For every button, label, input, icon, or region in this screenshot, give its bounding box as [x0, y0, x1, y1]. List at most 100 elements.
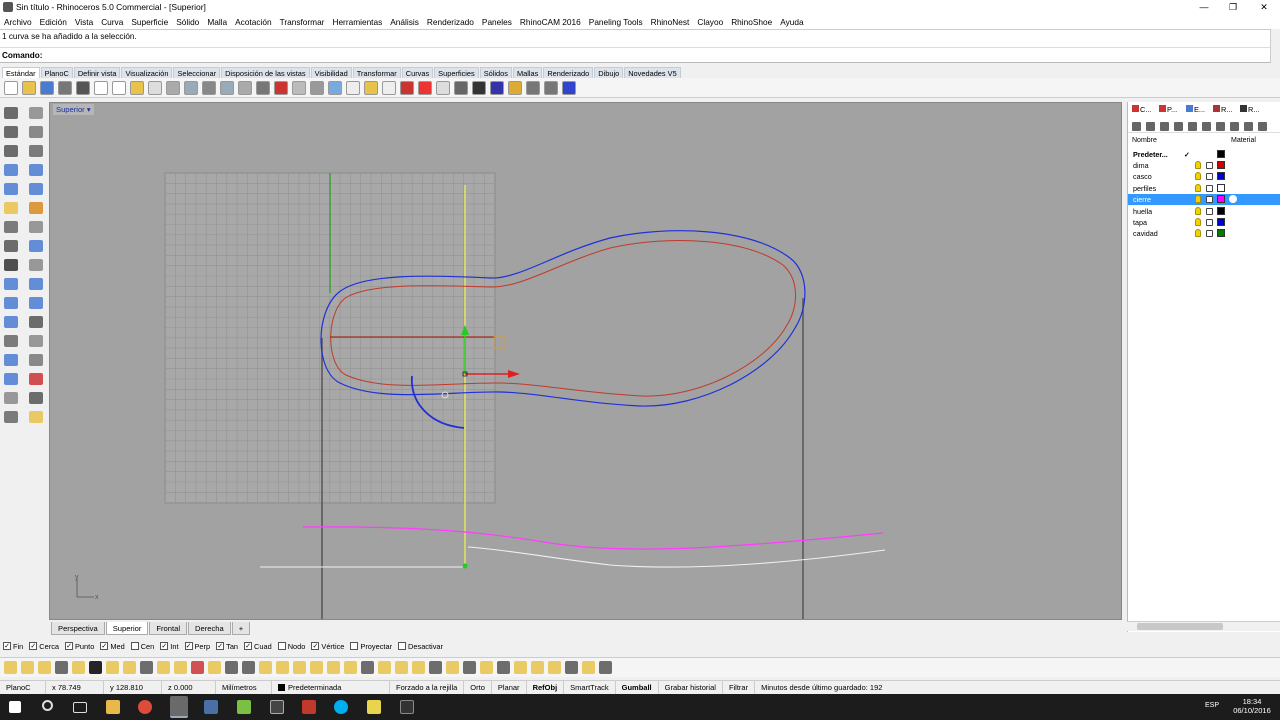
bottom-tool-icon[interactable]: [463, 661, 476, 674]
toolbar-tool-icon[interactable]: [220, 80, 234, 95]
menu-item-13[interactable]: RhinoCAM 2016: [520, 17, 581, 27]
toolbar-tab-1[interactable]: PlanoC: [40, 67, 73, 78]
left-tool-icon[interactable]: [4, 164, 18, 176]
layer-tool-icon[interactable]: [1230, 122, 1239, 131]
left-tool-icon[interactable]: [4, 297, 18, 309]
toolbar-tool-icon[interactable]: [202, 80, 216, 95]
layer-row-cavidad[interactable]: cavidad: [1128, 228, 1280, 239]
panel-tab-1[interactable]: P...: [1157, 104, 1179, 117]
toolbar-tab-11[interactable]: Mallas: [512, 67, 543, 78]
bottom-tool-icon[interactable]: [21, 661, 34, 674]
layer-color-swatch[interactable]: [1217, 161, 1225, 169]
app-icon[interactable]: [237, 700, 251, 714]
left-tool-icon[interactable]: [4, 240, 18, 252]
left-tool-icon[interactable]: [29, 145, 43, 157]
search-icon[interactable]: [42, 700, 53, 711]
osnap-checkbox[interactable]: ✓: [311, 642, 320, 650]
layer-color-swatch[interactable]: [1217, 172, 1225, 181]
bottom-tool-icon[interactable]: [412, 661, 425, 674]
osnap-checkbox[interactable]: [130, 642, 139, 650]
layer-tool-icon[interactable]: [1216, 122, 1225, 131]
toolbar-tool-icon[interactable]: [508, 80, 522, 95]
toolbar-tab-4[interactable]: Seleccionar: [173, 67, 221, 78]
osnap-checkbox[interactable]: [350, 642, 359, 650]
material-circle-icon[interactable]: [1229, 195, 1237, 204]
viewport-tab-2[interactable]: Frontal: [149, 622, 188, 635]
toolbar-tool-icon[interactable]: [454, 80, 468, 95]
lock-icon[interactable]: [1206, 230, 1213, 238]
bottom-tool-icon[interactable]: [38, 661, 51, 674]
status-units[interactable]: Milímetros: [216, 680, 272, 694]
viewport-tab-0[interactable]: Perspectiva: [51, 622, 105, 635]
left-tool-icon[interactable]: [29, 373, 43, 385]
layer-color-swatch[interactable]: [1217, 195, 1225, 204]
osnap-12[interactable]: Desactivar: [398, 642, 443, 651]
task-view-icon[interactable]: [73, 702, 87, 713]
toolbar-tab-3[interactable]: Visualización: [121, 67, 173, 78]
viewport-top[interactable]: Superior ▾ y x: [49, 102, 1122, 620]
layer-color-swatch[interactable]: [1217, 206, 1225, 215]
toolbar-tab-14[interactable]: Novedades V5: [624, 67, 681, 78]
toolbar-tab-7[interactable]: Transformar: [352, 67, 401, 78]
menu-item-11[interactable]: Renderizado: [427, 17, 474, 27]
status-record-history[interactable]: Grabar historial: [659, 680, 723, 694]
bottom-tool-icon[interactable]: [361, 661, 374, 674]
left-tool-icon[interactable]: [4, 145, 18, 157]
osnap-checkbox[interactable]: ✓: [100, 642, 109, 650]
panel-tab-3[interactable]: R...: [1211, 104, 1235, 117]
left-tool-icon[interactable]: [29, 297, 43, 309]
osnap-checkbox[interactable]: ✓: [3, 642, 11, 650]
left-tool-icon[interactable]: [4, 221, 18, 233]
history-scrollbar[interactable]: [1270, 29, 1280, 63]
toolbar-tool-icon[interactable]: [4, 80, 18, 95]
toolbar-tool-icon[interactable]: [490, 80, 504, 95]
bottom-tool-icon[interactable]: [344, 661, 357, 674]
bottom-tool-icon[interactable]: [378, 661, 391, 674]
osnap-11[interactable]: Proyectar: [350, 642, 392, 651]
bottom-tool-icon[interactable]: [599, 661, 612, 674]
toolbar-tab-6[interactable]: Visibilidad: [310, 67, 352, 78]
layer-row-casco[interactable]: casco: [1128, 171, 1280, 182]
menu-item-3[interactable]: Curva: [101, 17, 123, 27]
layer-tool-icon[interactable]: [1132, 122, 1141, 131]
toolbar-tool-icon[interactable]: [526, 80, 540, 95]
layer-tool-icon[interactable]: [1146, 122, 1155, 131]
layer-tool-icon[interactable]: [1258, 122, 1267, 131]
osnap-checkbox[interactable]: ✓: [216, 642, 225, 650]
layer-color-swatch[interactable]: [1217, 150, 1225, 158]
left-tool-icon[interactable]: [4, 316, 18, 328]
bottom-tool-icon[interactable]: [72, 661, 85, 674]
toolbar-tool-icon[interactable]: [76, 80, 90, 95]
add-viewport-tab-button[interactable]: +: [231, 622, 251, 635]
bottom-tool-icon[interactable]: [497, 661, 510, 674]
toolbar-tool-icon[interactable]: [436, 80, 450, 95]
bottom-tool-icon[interactable]: [191, 661, 204, 674]
scrollbar-thumb[interactable]: [1137, 623, 1223, 630]
osnap-checkbox[interactable]: ✓: [160, 642, 169, 650]
toolbar-tool-icon[interactable]: [112, 80, 126, 95]
layer-tool-icon[interactable]: [1188, 122, 1197, 131]
bottom-tool-icon[interactable]: [106, 661, 119, 674]
left-tool-icon[interactable]: [29, 392, 43, 404]
lock-icon[interactable]: [1206, 162, 1213, 169]
bottom-tool-icon[interactable]: [89, 661, 102, 674]
close-button[interactable]: ✕: [1250, 0, 1278, 14]
menu-item-15[interactable]: RhinoNest: [651, 17, 690, 27]
light-bulb-icon[interactable]: [1195, 206, 1201, 215]
toolbar-tool-icon[interactable]: [58, 80, 72, 95]
language-indicator[interactable]: ESP: [1205, 702, 1219, 709]
left-tool-icon[interactable]: [4, 183, 18, 195]
toolbar-tool-icon[interactable]: [418, 80, 432, 95]
menu-item-12[interactable]: Paneles: [482, 17, 512, 27]
layer-tool-icon[interactable]: [1202, 122, 1211, 131]
menu-item-5[interactable]: Sólido: [176, 17, 199, 27]
left-tool-icon[interactable]: [4, 335, 18, 347]
toolbar-tool-icon[interactable]: [130, 80, 144, 95]
bottom-tool-icon[interactable]: [276, 661, 289, 674]
toolbar-tab-9[interactable]: Superficies: [434, 67, 479, 78]
menu-item-6[interactable]: Malla: [207, 17, 227, 27]
layer-row-dima[interactable]: dima: [1128, 160, 1280, 171]
app-icon[interactable]: [270, 700, 284, 714]
osnap-8[interactable]: ✓ Cuad: [244, 642, 272, 651]
lock-icon[interactable]: [1206, 173, 1213, 181]
